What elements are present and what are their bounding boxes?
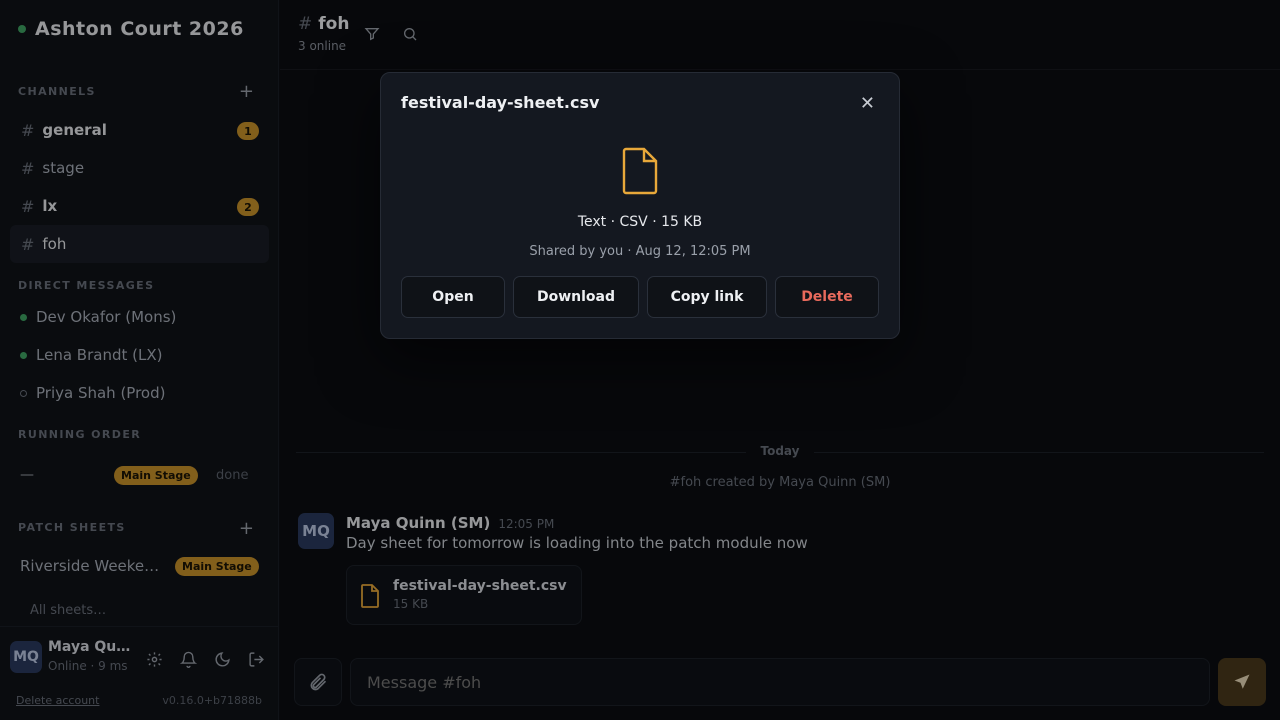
app-root: Ashton Court 2026 CHANNELS + # general 1…: [0, 0, 1280, 720]
file-shared-info: Shared by you · Aug 12, 12:05 PM: [529, 244, 751, 259]
modal-title: festival-day-sheet.csv: [401, 93, 600, 112]
file-icon: [621, 147, 659, 199]
modal-actions: Open Download Copy link Delete: [401, 276, 879, 318]
file-preview-modal: festival-day-sheet.csv ✕ Text · CSV · 15…: [380, 72, 900, 339]
close-icon[interactable]: ✕: [860, 93, 875, 114]
delete-button[interactable]: Delete: [775, 276, 879, 318]
file-meta: Text · CSV · 15 KB: [577, 214, 703, 230]
open-button[interactable]: Open: [401, 276, 505, 318]
download-button[interactable]: Download: [513, 276, 639, 318]
copy-link-button[interactable]: Copy link: [647, 276, 767, 318]
